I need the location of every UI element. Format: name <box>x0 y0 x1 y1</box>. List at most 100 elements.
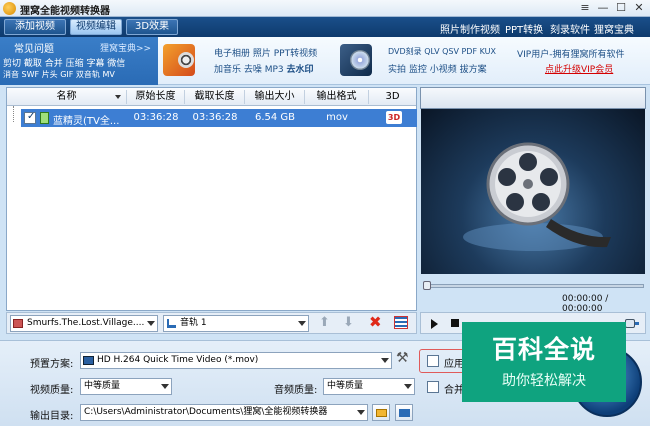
folder-button[interactable] <box>372 404 390 421</box>
video-quality-select[interactable]: 中等质量 <box>80 378 172 395</box>
col-3d[interactable]: 3D <box>369 90 416 104</box>
table-row[interactable]: ✓ 蓝精灵(TV全... 03:36:28 03:36:28 6.54 GB m… <box>21 109 417 127</box>
promo1-line2-b: 去水印 <box>286 65 314 75</box>
sort-arrow-icon[interactable] <box>115 95 121 99</box>
preset-label: 预置方案: <box>30 359 74 370</box>
chevron-down-icon <box>381 358 389 363</box>
output-dir-label: 输出目录: <box>30 411 74 422</box>
dvd-promo-icon[interactable] <box>340 44 372 76</box>
watermark-title: 百科全说 <box>491 335 596 364</box>
move-up-icon[interactable]: ⬆ <box>319 315 330 330</box>
col-output-size[interactable]: 输出大小 <box>245 90 305 104</box>
apply-all-label: 应用 <box>444 359 464 370</box>
cell-name: 蓝精灵(TV全... <box>53 116 120 127</box>
close-button[interactable]: ✕ <box>632 1 646 14</box>
audio-quality-value: 中等质量 <box>327 381 364 391</box>
preset-value: HD H.264 Quick Time Video (*.mov) <box>97 355 259 365</box>
link-ppt[interactable]: PPT转换 <box>505 21 543 36</box>
output-dir-value: C:\Users\Administrator\Documents\狸窝\全能视频… <box>84 407 328 417</box>
open-output-button[interactable] <box>395 404 413 421</box>
file-toolbar: Smurfs.The.Lost.Village.... 音轨 1 ⬆ ⬇ ✖ <box>6 312 417 334</box>
audio-quality-label: 音频质量: <box>274 385 318 396</box>
main-toolbar: 添加视频 视频编辑 3D效果 照片制作视频 PPT转换 刻录软件 狸窝宝典 <box>0 17 650 37</box>
cell-orig: 03:36:28 <box>133 112 179 123</box>
row-checkbox[interactable]: ✓ <box>24 111 36 124</box>
link-burn[interactable]: 刻录软件 <box>550 21 590 36</box>
promo1-line2[interactable]: 加音乐 去噪 MP3 去水印 <box>214 62 314 75</box>
volume-handle[interactable] <box>625 319 635 328</box>
file-select-value: Smurfs.The.Lost.Village.... <box>27 318 145 328</box>
output-dir-select[interactable]: C:\Users\Administrator\Documents\狸窝\全能视频… <box>80 404 368 421</box>
ppt-promo-icon[interactable] <box>163 44 195 76</box>
chevron-down-icon <box>147 321 155 326</box>
promo1-line1[interactable]: 电子相册 照片 PPT转视频 <box>214 46 317 59</box>
cell-size: 6.54 GB <box>254 112 296 123</box>
play-icon[interactable] <box>431 319 438 329</box>
link-photo-video[interactable]: 照片制作视频 <box>440 21 500 36</box>
col-output-format[interactable]: 输出格式 <box>305 90 369 104</box>
window-title: 狸窝全能视频转换器 <box>20 6 110 17</box>
title-bar: 狸窝全能视频转换器 ≡ — ☐ ✕ <box>0 0 650 17</box>
seek-bar[interactable] <box>423 281 644 290</box>
video-edit-button[interactable]: 视频编辑 <box>70 19 122 35</box>
chevron-down-icon <box>298 321 306 326</box>
3d-icon[interactable]: 3D <box>386 111 402 124</box>
vip-upgrade-link[interactable]: 点此升级VIP会员 <box>545 62 613 75</box>
merge-checkbox[interactable] <box>427 381 439 393</box>
chevron-down-icon <box>357 410 365 415</box>
restore-button[interactable]: ☐ <box>614 1 628 14</box>
3d-effect-button[interactable]: 3D效果 <box>126 19 178 35</box>
col-orig-length[interactable]: 原始长度 <box>127 90 185 104</box>
minimize-button[interactable]: — <box>596 1 610 14</box>
wrench-icon[interactable]: ⚒ <box>396 350 409 366</box>
cell-format: mov <box>326 112 348 123</box>
apply-all-checkbox[interactable] <box>427 355 439 367</box>
preset-select[interactable]: HD H.264 Quick Time Video (*.mov) <box>80 352 392 369</box>
audio-quality-select[interactable]: 中等质量 <box>323 378 415 395</box>
video-quality-label: 视频质量: <box>30 385 74 396</box>
menu-icon[interactable]: ≡ <box>578 1 592 14</box>
file-select[interactable]: Smurfs.The.Lost.Village.... <box>10 315 158 332</box>
list-settings-icon[interactable] <box>394 316 408 329</box>
video-quality-value: 中等质量 <box>84 381 121 391</box>
delete-icon[interactable]: ✖ <box>369 313 382 331</box>
preview-header <box>420 87 646 109</box>
seek-handle[interactable] <box>423 281 431 290</box>
faq-line1[interactable]: 剪切 截取 合并 压缩 字幕 微信 <box>3 56 125 69</box>
vip-line1: VIP用户-拥有狸窝所有软件 <box>517 50 625 60</box>
audio-track-select[interactable]: 音轨 1 <box>163 315 309 332</box>
promo2-line2[interactable]: 实拍 监控 小视频 拔方案 <box>388 62 487 75</box>
chevron-down-icon <box>161 384 169 389</box>
faq-line2[interactable]: 消音 SWF 片头 GIF 双音轨 MV <box>3 69 115 80</box>
move-down-icon[interactable]: ⬇ <box>343 315 354 330</box>
link-manual[interactable]: 狸窝宝典 <box>594 21 634 36</box>
audio-track-value: 音轨 1 <box>180 318 207 328</box>
col-name[interactable]: 名称 <box>7 90 127 104</box>
promo2-line1[interactable]: DVD刻录 QLV QSV PDF KUX <box>388 46 496 57</box>
hd-icon <box>83 356 94 365</box>
preview-window <box>421 109 645 274</box>
window-icon <box>399 409 410 417</box>
film-reel-icon <box>463 142 611 251</box>
tree-line <box>13 106 14 122</box>
audio-icon <box>167 319 176 328</box>
promo1-line2-a: 加音乐 去噪 MP3 <box>214 65 287 75</box>
col-cut-length[interactable]: 截取长度 <box>185 90 245 104</box>
faq-link[interactable]: 狸窝宝典>> <box>100 41 151 54</box>
cell-cut: 03:36:28 <box>192 112 238 123</box>
watermark-overlay: 百科全说 助你轻松解决 <box>462 322 626 402</box>
file-list: 名称 原始长度 截取长度 输出大小 输出格式 3D ✓ 蓝精灵(TV全... 0… <box>6 87 417 311</box>
app-logo-icon <box>3 2 16 15</box>
time-display: 00:00:00 / 00:00:00 <box>562 294 609 314</box>
folder-icon <box>376 409 387 417</box>
faq-panel: 常见问题 狸窝宝典>> 剪切 截取 合并 压缩 字幕 微信 消音 SWF 片头 … <box>0 37 158 85</box>
file-list-header: 名称 原始长度 截取长度 输出大小 输出格式 3D <box>7 88 416 106</box>
video-file-icon <box>40 112 49 124</box>
watermark-subtitle: 助你轻松解决 <box>502 373 586 389</box>
add-video-button[interactable]: 添加视频 <box>4 19 66 35</box>
merge-label: 合并 <box>444 385 464 396</box>
stop-icon[interactable] <box>451 319 459 327</box>
faq-title[interactable]: 常见问题 <box>14 40 54 55</box>
chevron-down-icon <box>404 384 412 389</box>
film-icon <box>13 319 23 328</box>
